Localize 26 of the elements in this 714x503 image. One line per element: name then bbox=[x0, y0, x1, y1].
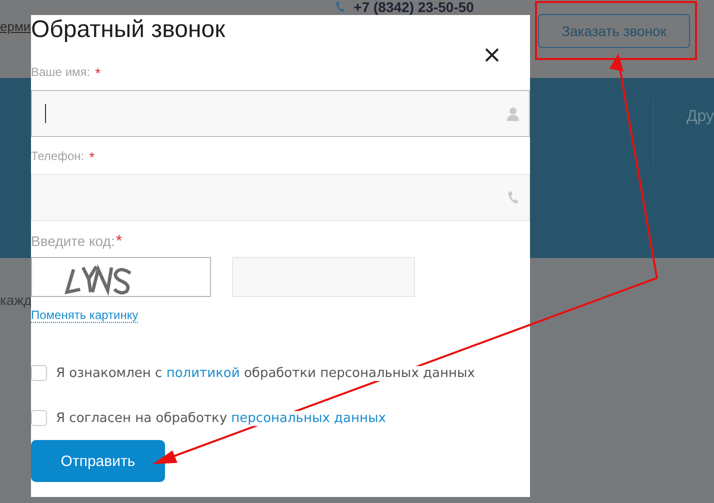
field-label: Телефон: bbox=[31, 149, 84, 165]
phone-icon bbox=[334, 1, 344, 13]
submit-button[interactable]: Отправить bbox=[31, 440, 165, 482]
nav-item[interactable]: Дру bbox=[653, 100, 714, 164]
phone-number: +7 (8342) 23-50-50 bbox=[354, 0, 474, 14]
text-cursor bbox=[45, 104, 46, 123]
field-label: Ваше имя: bbox=[31, 65, 90, 81]
header-link[interactable]: ерми bbox=[0, 19, 31, 34]
required-mark: * bbox=[116, 233, 122, 251]
close-icon[interactable] bbox=[485, 48, 499, 62]
agreement-text: Я ознакомлен с политикой обработки персональных данных bbox=[56, 366, 475, 380]
input-field[interactable] bbox=[31, 90, 530, 137]
person-icon bbox=[507, 107, 519, 121]
policy-link[interactable]: персональных данных bbox=[231, 410, 386, 426]
required-mark: * bbox=[95, 65, 101, 81]
agreement-text: Я согласен на обработку персональных данных bbox=[56, 410, 386, 426]
change-picture-link[interactable]: Поменять картинку bbox=[31, 308, 138, 323]
policy-link[interactable]: политикой bbox=[166, 366, 240, 380]
checkbox[interactable] bbox=[31, 365, 47, 381]
dialog-title: Обратный звонок bbox=[31, 16, 226, 44]
body-text: кажд bbox=[0, 292, 32, 308]
phone-icon bbox=[506, 191, 519, 204]
required-mark: * bbox=[89, 149, 95, 165]
order-call-button[interactable]: Заказать звонок bbox=[538, 14, 690, 48]
field-label: Введите код: bbox=[31, 233, 115, 251]
checkbox[interactable] bbox=[31, 410, 47, 426]
